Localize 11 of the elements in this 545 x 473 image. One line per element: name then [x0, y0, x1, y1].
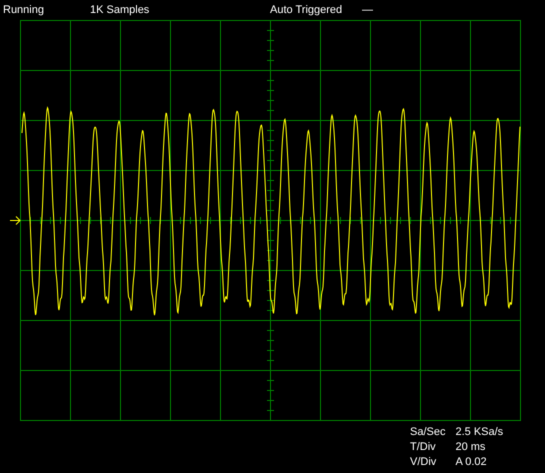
trigger-marker-icon	[10, 216, 21, 225]
trigger-indicator: —	[362, 4, 373, 16]
readout-label: T/Div	[410, 442, 437, 453]
run-state: Running	[3, 4, 45, 16]
readout-label: Sa/Sec	[410, 427, 446, 438]
readout-label: V/Div	[410, 457, 438, 468]
readout-value: 2.5 KSa/s	[455, 427, 504, 438]
sample-count: 1K Samples	[90, 4, 150, 16]
trigger-mode: Auto Triggered	[270, 4, 344, 16]
readout-value: A 0.02	[455, 457, 488, 468]
readout-value: 20 ms	[455, 442, 486, 453]
